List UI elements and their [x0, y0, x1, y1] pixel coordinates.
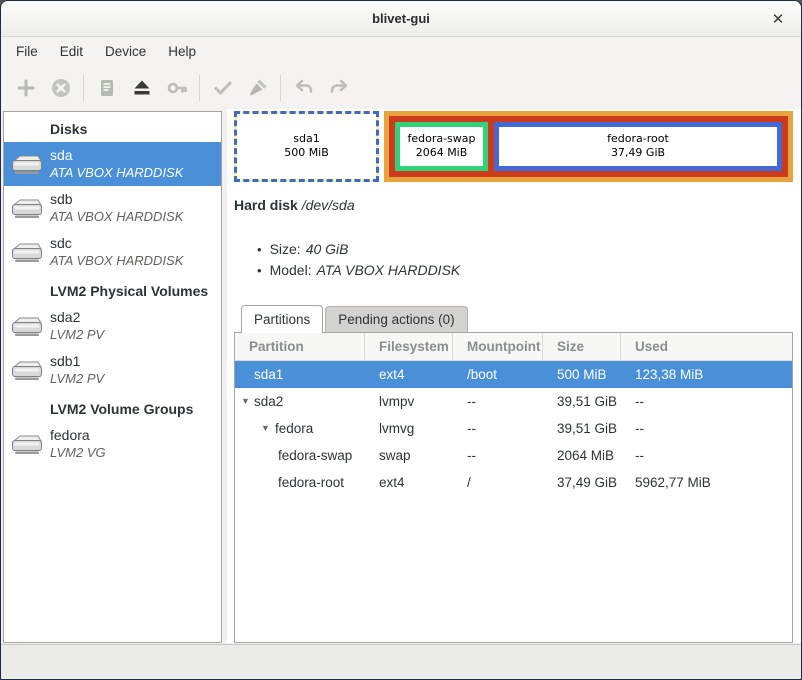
sidebar-item-fedora[interactable]: fedoraLVM2 VG	[4, 422, 221, 466]
undo-icon	[292, 76, 316, 100]
eject-icon	[130, 76, 154, 100]
toolbar-separator	[280, 75, 281, 101]
clear-actions-button[interactable]	[240, 71, 275, 105]
tab-bar: Partitions Pending actions (0)	[234, 305, 793, 332]
add-device-button[interactable]	[8, 71, 43, 105]
table-row-fedora[interactable]: ▼ fedora lvmvg -- 39,51 GiB --	[235, 415, 792, 442]
expander-icon[interactable]: ▼	[261, 423, 270, 433]
harddisk-icon	[4, 240, 50, 264]
close-button[interactable]: ✕	[767, 8, 789, 30]
table-row-fedora-root[interactable]: fedora-root ext4 / 37,49 GiB 5962,77 MiB	[235, 469, 792, 496]
menu-edit[interactable]: Edit	[49, 40, 94, 63]
edit-device-button[interactable]	[89, 71, 124, 105]
check-icon	[211, 76, 235, 100]
plus-icon	[14, 76, 38, 100]
statusbar	[1, 644, 801, 678]
redo-button[interactable]	[321, 71, 356, 105]
close-icon: ✕	[772, 10, 785, 28]
sidebar-item-sdc[interactable]: sdcATA VBOX HARDDISK	[4, 230, 221, 274]
column-header-filesystem[interactable]: Filesystem	[365, 333, 453, 360]
partitions-panel: Partition Filesystem Mountpoint Size Use…	[234, 332, 793, 643]
viz-sda1-selection: sda1 500 MiB	[234, 111, 379, 182]
menu-help[interactable]: Help	[157, 40, 207, 63]
device-size-item: • Size: 40 GiB	[234, 239, 793, 260]
toolbar-separator	[83, 75, 84, 101]
delete-device-button[interactable]	[43, 71, 78, 105]
sidebar-item-sda2[interactable]: sda2LVM2 PV	[4, 304, 221, 348]
table-row-sda1[interactable]: sda1 ext4 /boot 500 MiB 123,38 MiB	[235, 361, 792, 388]
harddisk-icon	[4, 358, 50, 382]
tab-pending-actions[interactable]: Pending actions (0)	[325, 306, 467, 333]
content-area: sda1 500 MiB fedora-swap 2064 MiB fedora…	[227, 109, 801, 643]
column-header-mountpoint[interactable]: Mountpoint	[453, 333, 543, 360]
apply-button[interactable]	[205, 71, 240, 105]
partition-visualization: sda1 500 MiB fedora-swap 2064 MiB fedora…	[234, 111, 793, 182]
menubar: File Edit Device Help	[1, 37, 801, 66]
device-sidebar: Disks sdaATA VBOX HARDDISK sdbATA VBOX H…	[3, 111, 222, 643]
sidebar-header-disks: Disks	[4, 112, 221, 142]
toolbar	[1, 66, 801, 109]
bullet-icon: •	[257, 263, 262, 278]
tab-partitions[interactable]: Partitions	[241, 305, 323, 333]
device-info-list: • Size: 40 GiB • Model: ATA VBOX HARDDIS…	[234, 239, 793, 281]
key-icon	[165, 76, 189, 100]
device-type-label: Hard disk	[234, 197, 298, 213]
column-header-used[interactable]: Used	[621, 333, 792, 360]
titlebar[interactable]: blivet-gui ✕	[1, 1, 801, 37]
table-row-fedora-swap[interactable]: fedora-swap swap -- 2064 MiB --	[235, 442, 792, 469]
viz-lv-fedora-swap[interactable]: fedora-swap 2064 MiB	[395, 122, 488, 171]
viz-lv-fedora-root[interactable]: fedora-root 37,49 GiB	[494, 122, 782, 171]
device-path: /dev/sda	[302, 197, 355, 213]
bullet-icon: •	[257, 242, 262, 257]
harddisk-icon	[4, 196, 50, 220]
viz-vg-fedora-frame[interactable]: fedora-swap 2064 MiB fedora-root 37,49 G…	[389, 116, 788, 177]
brush-icon	[246, 76, 270, 100]
viz-pv-sda2-frame[interactable]: fedora-swap 2064 MiB fedora-root 37,49 G…	[384, 111, 793, 182]
decrypt-button[interactable]	[159, 71, 194, 105]
undo-button[interactable]	[286, 71, 321, 105]
column-header-size[interactable]: Size	[543, 333, 621, 360]
remove-circle-icon	[49, 76, 73, 100]
unmount-button[interactable]	[124, 71, 159, 105]
menu-file[interactable]: File	[5, 40, 49, 63]
toolbar-separator	[199, 75, 200, 101]
harddisk-icon	[4, 152, 50, 176]
expander-icon[interactable]: ▼	[241, 396, 250, 406]
app-window: blivet-gui ✕ File Edit Device Help	[0, 0, 802, 680]
redo-icon	[327, 76, 351, 100]
window-title: blivet-gui	[372, 11, 430, 26]
document-icon	[95, 76, 119, 100]
sidebar-item-sdb1[interactable]: sdb1LVM2 PV	[4, 348, 221, 392]
sidebar-item-sda[interactable]: sdaATA VBOX HARDDISK	[4, 142, 221, 186]
table-row-sda2[interactable]: ▼ sda2 lvmpv -- 39,51 GiB --	[235, 388, 792, 415]
sidebar-header-lvm2-vg: LVM2 Volume Groups	[4, 392, 221, 422]
sidebar-item-sdb[interactable]: sdbATA VBOX HARDDISK	[4, 186, 221, 230]
harddisk-icon	[4, 314, 50, 338]
main-area: Disks sdaATA VBOX HARDDISK sdbATA VBOX H…	[1, 109, 801, 644]
sidebar-header-lvm2-pv: LVM2 Physical Volumes	[4, 274, 221, 304]
table-header: Partition Filesystem Mountpoint Size Use…	[235, 333, 792, 361]
menu-device[interactable]: Device	[94, 40, 157, 63]
device-model-item: • Model: ATA VBOX HARDDISK	[234, 260, 793, 281]
column-header-partition[interactable]: Partition	[235, 333, 365, 360]
harddisk-icon	[4, 432, 50, 456]
viz-partition-sda1[interactable]: sda1 500 MiB	[234, 111, 379, 182]
device-heading: Hard disk /dev/sda	[234, 197, 793, 213]
